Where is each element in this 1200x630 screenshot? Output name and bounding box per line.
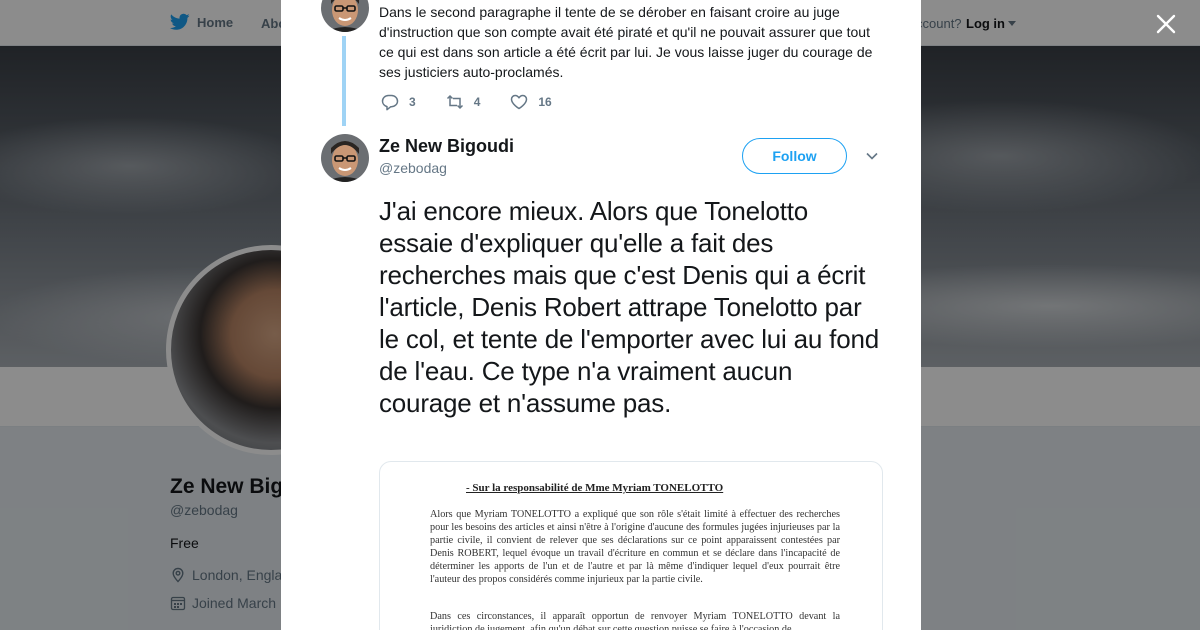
previous-tweet-avatar[interactable] [321,0,369,32]
previous-tweet-text: Dans le second paragraphe il tente de se… [379,4,873,80]
previous-tweet-actions: 3 4 16 [381,93,582,111]
retweet-icon [446,94,463,110]
thread-connector-line [342,36,346,126]
close-icon[interactable] [1154,12,1178,36]
reply-action[interactable]: 3 [381,93,416,111]
like-action[interactable]: 16 [510,93,552,111]
document-paragraph: Alors que Myriam TONELOTTO a expliqué qu… [430,509,840,585]
document-paragraph: Dans ces circonstances, il apparaît oppo… [430,611,840,630]
retweet-count: 4 [473,95,481,109]
tweet-attached-image[interactable]: - Sur la responsabilité de Mme Myriam TO… [379,461,883,630]
reply-count: 3 [409,95,416,109]
retweet-action[interactable]: 4 [446,93,481,111]
tweet-author-name[interactable]: Ze New Bigoudi [379,136,514,157]
like-count: 16 [538,95,552,109]
tweet-modal: Dans le second paragraphe il tente de se… [281,0,921,630]
tweet-text: J'ai encore mieux. Alors que Tonelotto e… [379,196,879,418]
reply-icon [381,94,399,111]
heart-icon [511,94,528,110]
document-heading: - Sur la responsabilité de Mme Myriam TO… [466,482,724,494]
avatar-photo [321,134,369,182]
follow-button[interactable]: Follow [742,138,847,174]
avatar-photo [321,0,369,32]
chevron-down-icon[interactable] [865,149,879,163]
tweet-author-avatar[interactable] [321,134,369,182]
tweet-author-handle[interactable]: @zebodag [379,160,447,176]
